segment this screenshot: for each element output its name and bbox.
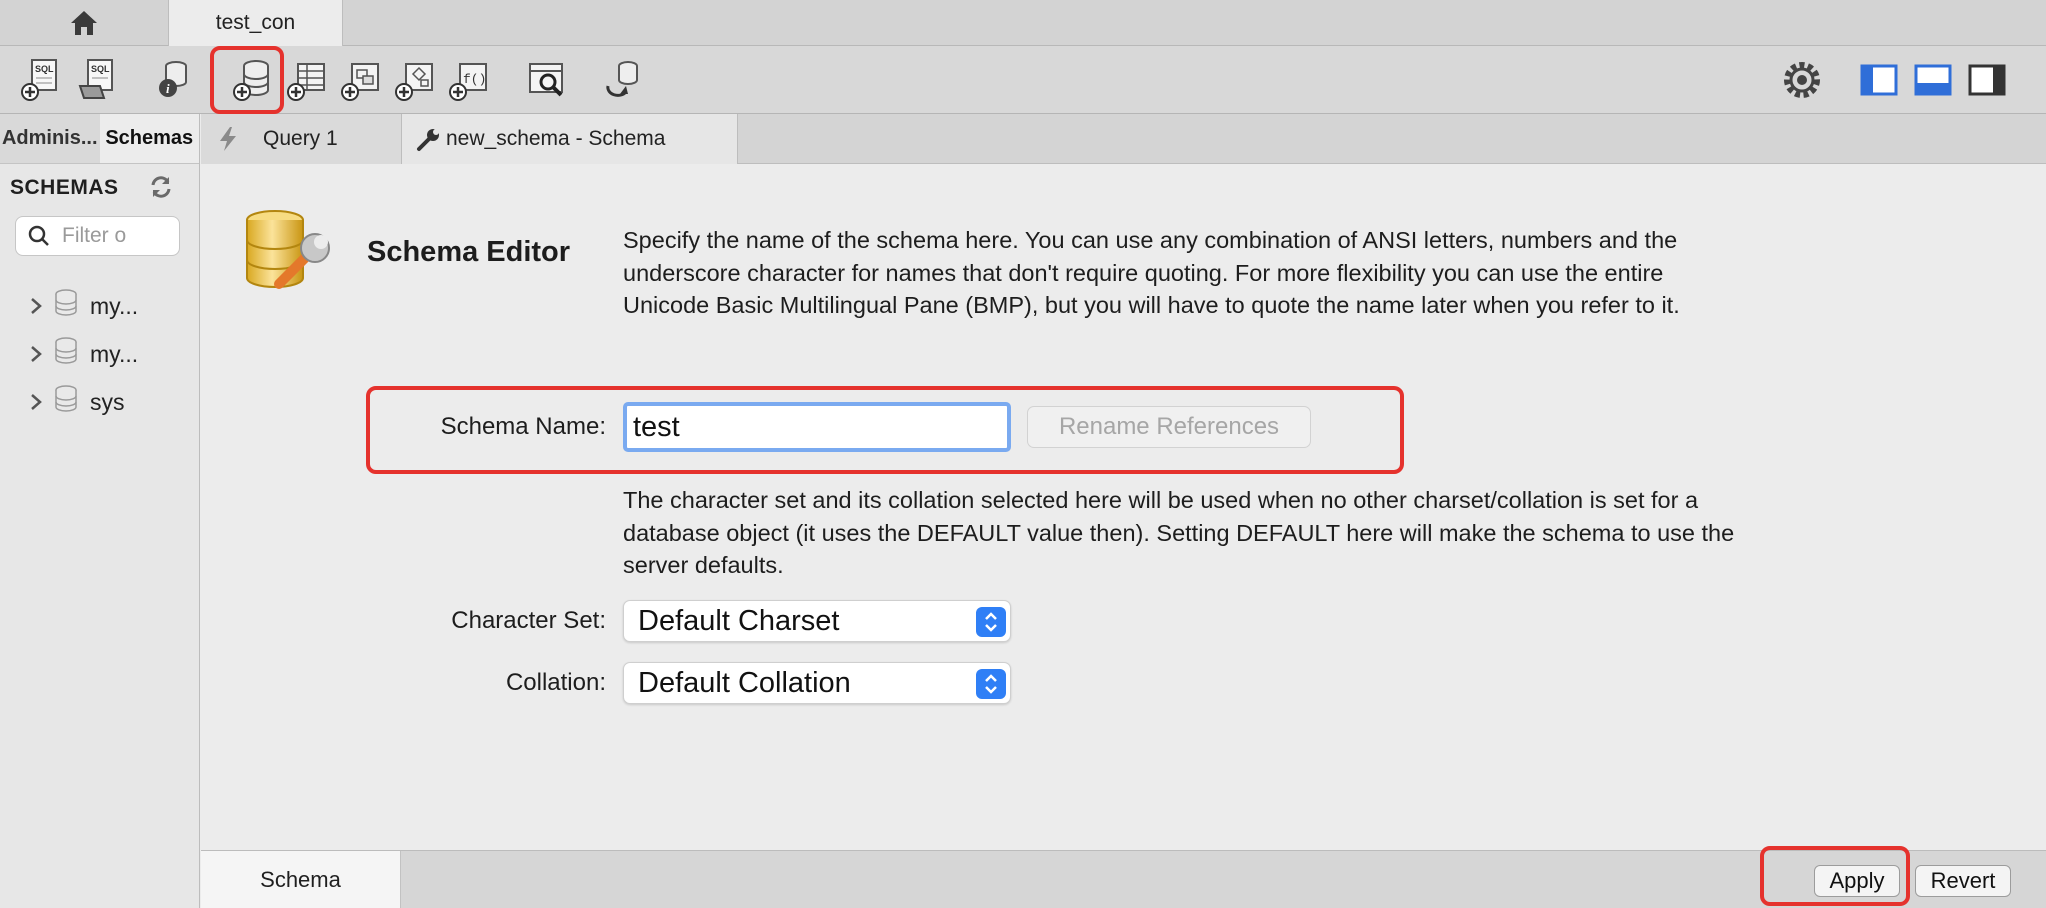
rename-references-button[interactable]: Rename References xyxy=(1027,406,1311,448)
schema-filter[interactable] xyxy=(15,216,180,256)
chevron-right-icon[interactable] xyxy=(18,393,54,411)
tab-new-schema[interactable]: new_schema - Schema xyxy=(402,114,738,164)
schema-label: sys xyxy=(90,388,125,415)
create-procedure-icon[interactable] xyxy=(392,56,440,104)
database-icon xyxy=(54,337,78,371)
chevron-updown-icon xyxy=(976,607,1006,637)
bottom-bar: Schema Apply Revert xyxy=(201,850,2046,908)
collation-select[interactable]: Default Collation xyxy=(623,662,1011,704)
tab-schema[interactable]: Schema xyxy=(201,851,401,908)
create-schema-icon[interactable] xyxy=(230,56,278,104)
toggle-sidebar-icon[interactable] xyxy=(1856,56,1904,104)
database-icon xyxy=(54,385,78,419)
home-tab[interactable] xyxy=(0,0,168,46)
home-icon[interactable] xyxy=(69,9,99,37)
create-function-icon[interactable]: f() xyxy=(446,56,494,104)
help-line: database object (it uses the DEFAULT val… xyxy=(623,519,1735,546)
schema-tree: my... my... sys xyxy=(0,282,200,426)
help-line: underscore character for names that don'… xyxy=(623,259,1664,286)
schema-name-input[interactable] xyxy=(623,402,1011,452)
schema-editor-panel: Schema Editor Specify the name of the sc… xyxy=(201,164,2046,850)
schema-name-label: Schema Name: xyxy=(440,413,606,440)
tab-query-1[interactable]: Query 1 xyxy=(201,114,402,164)
reconnect-icon[interactable] xyxy=(600,56,648,104)
open-sql-script-icon[interactable]: SQL xyxy=(74,56,122,104)
svg-text:i: i xyxy=(166,81,170,96)
chevron-right-icon[interactable] xyxy=(18,345,54,363)
collation-value: Default Collation xyxy=(638,666,851,699)
new-sql-tab-icon[interactable]: SQL xyxy=(18,56,66,104)
tab-label: new_schema - Schema xyxy=(446,127,666,150)
chevron-right-icon[interactable] xyxy=(18,297,54,315)
refresh-icon[interactable] xyxy=(148,174,174,200)
chevron-updown-icon xyxy=(976,669,1006,699)
inspector-icon[interactable]: i xyxy=(150,56,198,104)
help-line: server defaults. xyxy=(623,552,784,578)
search-table-data-icon[interactable] xyxy=(524,56,572,104)
sidebar-tabs: Adminis... Schemas xyxy=(0,114,199,164)
create-table-icon[interactable] xyxy=(284,56,332,104)
settings-gear-icon[interactable] xyxy=(1778,56,1826,104)
revert-button[interactable]: Revert xyxy=(1915,865,2011,897)
connection-tab-bar: test_con xyxy=(0,0,2046,46)
schema-editor-icon xyxy=(239,208,339,298)
main-toolbar: SQL SQL i f() xyxy=(0,46,2046,114)
search-icon xyxy=(28,225,49,246)
apply-button[interactable]: Apply xyxy=(1814,865,1900,897)
help-line: The character set and its collation sele… xyxy=(623,487,1699,513)
schema-editor-title: Schema Editor xyxy=(367,236,571,268)
schemas-heading: SCHEMAS xyxy=(10,176,119,199)
schema-item[interactable]: my... xyxy=(0,330,200,378)
editor-tab-bar: Query 1 new_schema - Schema xyxy=(201,114,2046,164)
lightning-icon xyxy=(220,127,236,151)
help-line: Unicode Basic Multilingual Pane (BMP), b… xyxy=(623,292,1680,318)
tab-label: Query 1 xyxy=(263,127,338,150)
schema-label: my... xyxy=(90,292,139,319)
charset-value: Default Charset xyxy=(638,604,840,637)
toggle-output-icon[interactable] xyxy=(1910,56,1958,104)
svg-text:SQL: SQL xyxy=(35,64,54,74)
create-view-icon[interactable] xyxy=(338,56,386,104)
charset-select[interactable]: Default Charset xyxy=(623,600,1011,642)
collation-label: Collation: xyxy=(505,669,606,696)
schema-name-help-text: Specify the name of the schema here. You… xyxy=(623,224,1923,322)
database-icon xyxy=(54,289,78,323)
navigator-sidebar: Adminis... Schemas SCHEMAS my... my... s… xyxy=(0,114,200,908)
wrench-icon xyxy=(417,129,439,151)
connection-tab[interactable]: test_con xyxy=(168,0,343,46)
schema-item[interactable]: sys xyxy=(0,378,200,426)
charset-label: Character Set: xyxy=(451,607,606,634)
tab-schemas[interactable]: Schemas xyxy=(99,114,199,163)
schema-item[interactable]: my... xyxy=(0,282,200,330)
tab-administration[interactable]: Adminis... xyxy=(0,114,100,163)
toggle-secondary-sidebar-icon[interactable] xyxy=(1964,56,2012,104)
schema-label: my... xyxy=(90,340,139,367)
svg-text:SQL: SQL xyxy=(91,64,110,74)
filter-input[interactable] xyxy=(62,224,162,248)
svg-text:f(): f() xyxy=(463,72,486,87)
charset-help-text: The character set and its collation sele… xyxy=(623,484,1923,582)
help-line: Specify the name of the schema here. You… xyxy=(623,227,1678,253)
